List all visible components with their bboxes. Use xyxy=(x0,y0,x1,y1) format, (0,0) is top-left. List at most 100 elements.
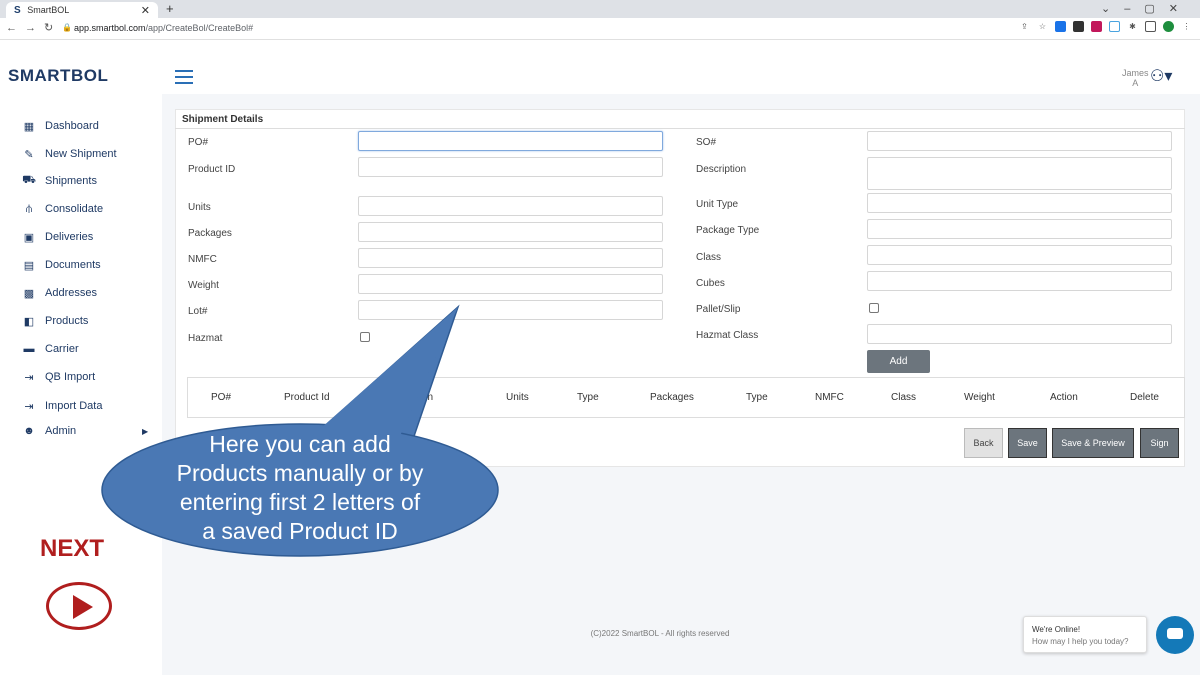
callout-line: entering first 2 letters of xyxy=(179,489,421,515)
sidebar-item-admin[interactable]: ☻ Admin xyxy=(22,422,76,440)
sidebar-item-label: New Shipment xyxy=(45,148,117,160)
sidebar-item-documents[interactable]: ▤ Documents xyxy=(22,256,101,274)
product-icon: ◧ xyxy=(23,315,35,328)
hazmat-label: Hazmat xyxy=(188,333,223,344)
description-label: Description xyxy=(696,164,747,175)
table-header: Units xyxy=(506,392,529,403)
profile-icon[interactable] xyxy=(1163,21,1174,32)
carrier-icon: ▬ xyxy=(23,343,35,355)
extension-icons: ⇪ ☆ ✱ ⋮ xyxy=(1019,21,1192,32)
description-textarea[interactable] xyxy=(867,157,1172,190)
sidebar-item-consolidate[interactable]: ⫛ Consolidate xyxy=(22,200,103,218)
sidebar-item-qb-import[interactable]: ⇥ QB Import xyxy=(22,368,95,386)
menu-icon[interactable]: ⋮ xyxy=(1181,21,1192,32)
lot-label: Lot# xyxy=(188,306,208,317)
unit-type-input[interactable] xyxy=(867,193,1172,213)
new-tab-icon[interactable]: + xyxy=(166,1,174,16)
extension-icon[interactable] xyxy=(1055,21,1066,32)
lot-input[interactable] xyxy=(358,300,663,320)
sidebar-item-label: Deliveries xyxy=(45,231,94,243)
table-header: Description xyxy=(383,392,434,403)
add-button[interactable]: Add xyxy=(867,350,930,373)
sidebar-item-label: Dashboard xyxy=(45,120,99,132)
truck-icon: ⛟ xyxy=(22,174,36,186)
chat-subtitle: How may I help you today? xyxy=(1032,637,1129,646)
class-input[interactable] xyxy=(867,245,1172,265)
table-header: NMFC xyxy=(815,392,844,403)
back-button[interactable]: Back xyxy=(964,428,1003,458)
so-input[interactable] xyxy=(867,131,1172,151)
product-id-input[interactable] xyxy=(358,157,663,177)
extension-icon[interactable] xyxy=(1109,21,1120,32)
table-header: Type xyxy=(577,392,599,403)
table-header: PO# xyxy=(211,392,232,403)
user-icon[interactable]: ⚇▾ xyxy=(1150,66,1172,86)
divider xyxy=(175,128,1185,129)
pallet-slip-label: Pallet/Slip xyxy=(696,304,741,315)
sidebar-item-label: Products xyxy=(45,315,89,327)
url-path: /app/CreateBol/CreateBol# xyxy=(145,23,254,33)
panel-title: Shipment Details xyxy=(182,114,264,125)
tab-close-icon[interactable]: ✕ xyxy=(141,4,150,17)
window-controls[interactable]: ⌄–▢✕ xyxy=(1101,2,1192,15)
user-first-name: James xyxy=(1122,68,1149,78)
package-type-input[interactable] xyxy=(867,219,1172,239)
address-card-icon: ▩ xyxy=(23,287,35,300)
lock-icon: 🔒 xyxy=(62,23,72,32)
smartbol-favicon-icon: S xyxy=(14,5,21,16)
save-preview-button[interactable]: Save & Preview xyxy=(1052,428,1134,458)
edit-icon: ✎ xyxy=(24,148,34,161)
sidebar-item-addresses[interactable]: ▩ Addresses xyxy=(22,284,97,302)
extension-icon[interactable] xyxy=(1073,21,1084,32)
extension-icon[interactable] xyxy=(1091,21,1102,32)
sidebar-item-new-shipment[interactable]: ✎ New Shipment xyxy=(22,145,117,163)
cubes-label: Cubes xyxy=(696,278,725,289)
sidebar-item-label: Consolidate xyxy=(45,203,104,215)
units-input[interactable] xyxy=(358,196,663,216)
callout-line: a saved Product ID xyxy=(202,518,398,544)
sidebar-item-dashboard[interactable]: ▦ Dashboard xyxy=(22,117,99,135)
table-header: Packages xyxy=(650,392,694,403)
pallet-slip-checkbox[interactable] xyxy=(869,303,879,313)
box-icon: ▣ xyxy=(23,231,35,244)
user-last-name: A xyxy=(1132,78,1139,88)
import-icon: ⇥ xyxy=(24,400,34,413)
users-icon: ☻ xyxy=(23,425,35,437)
table-header: Class xyxy=(891,392,917,403)
address-bar: ←→↻ 🔒 app.smartbol.com/app/CreateBol/Cre… xyxy=(0,18,1200,40)
chat-popup[interactable]: We're Online! How may I help you today? xyxy=(1023,616,1147,653)
hazmat-class-input[interactable] xyxy=(867,324,1172,344)
sidebar-item-products[interactable]: ◧ Products xyxy=(22,312,89,330)
chat-title: We're Online! xyxy=(1032,625,1081,634)
chat-bubble-icon[interactable] xyxy=(1156,616,1194,654)
smartbol-logo[interactable]: SMARTBOL xyxy=(8,66,108,86)
hamburger-menu-icon[interactable] xyxy=(175,70,193,88)
browser-tab[interactable]: S SmartBOL ✕ xyxy=(6,2,158,18)
sidebar-item-import-data[interactable]: ⇥ Import Data xyxy=(22,397,102,415)
weight-input[interactable] xyxy=(358,274,663,294)
unit-type-label: Unit Type xyxy=(696,199,739,210)
nmfc-input[interactable] xyxy=(358,248,663,268)
sidebar-item-deliveries[interactable]: ▣ Deliveries xyxy=(22,228,94,246)
cubes-input[interactable] xyxy=(867,271,1172,291)
sign-button[interactable]: Sign xyxy=(1140,428,1179,458)
units-label: Units xyxy=(188,202,211,213)
sidepanel-icon[interactable] xyxy=(1145,21,1156,32)
po-label: PO# xyxy=(188,137,209,148)
puzzle-icon[interactable]: ✱ xyxy=(1127,21,1138,32)
play-icon[interactable] xyxy=(46,582,112,630)
packages-input[interactable] xyxy=(358,222,663,242)
save-button[interactable]: Save xyxy=(1008,428,1047,458)
url-field[interactable]: app.smartbol.com/app/CreateBol/CreateBol… xyxy=(74,23,253,33)
sidebar-item-carrier[interactable]: ▬ Carrier xyxy=(22,340,79,358)
hazmat-checkbox[interactable] xyxy=(360,332,370,342)
callout-text: Here you can add Products manually or by… xyxy=(140,430,460,546)
callout-line: Products manually or by xyxy=(176,460,424,486)
table-header: Weight xyxy=(964,392,995,403)
nav-buttons-icon[interactable]: ←→↻ xyxy=(6,21,61,34)
table-header: Product Id xyxy=(284,392,330,403)
sidebar-item-shipments[interactable]: ⛟ Shipments xyxy=(22,172,97,190)
star-icon[interactable]: ☆ xyxy=(1037,21,1048,32)
po-input[interactable] xyxy=(358,131,663,151)
share-icon[interactable]: ⇪ xyxy=(1019,21,1030,32)
